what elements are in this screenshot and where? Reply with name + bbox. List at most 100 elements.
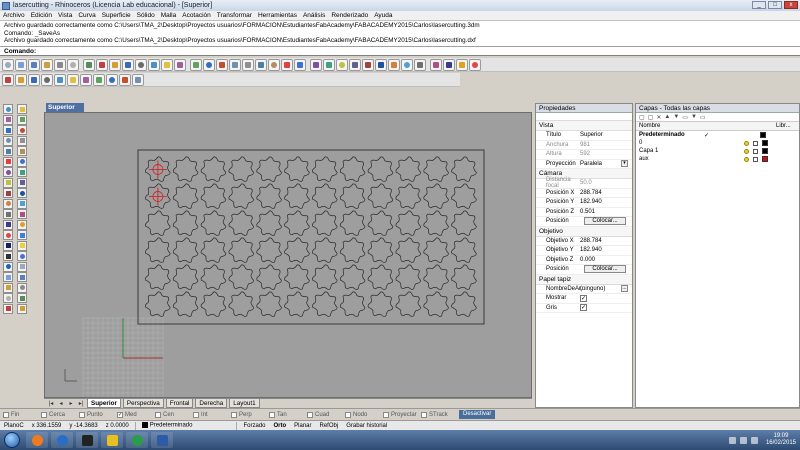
toolbar-tool-button[interactable] — [41, 58, 53, 71]
tab-superior[interactable]: Superior — [87, 399, 121, 408]
palette-tool-button[interactable] — [3, 198, 13, 209]
palette-tool-button[interactable] — [3, 188, 13, 198]
osnap-perp[interactable]: Perp — [231, 411, 269, 418]
property-value[interactable]: ✓ — [580, 294, 632, 302]
osnap-cen[interactable]: Cen — [155, 411, 193, 418]
projection-dropdown[interactable]: ▾ — [621, 160, 628, 168]
palette-tool-button[interactable] — [3, 146, 13, 156]
toolbar-tool-button[interactable] — [67, 73, 79, 86]
palette-tool-button[interactable] — [17, 303, 27, 314]
property-value[interactable]: 0.000 — [580, 257, 632, 263]
visibility-bulb-icon[interactable] — [744, 156, 749, 162]
osnap-fin[interactable]: Fin — [3, 411, 41, 418]
toolbar-tool-button[interactable] — [2, 58, 14, 71]
palette-tool-button[interactable] — [3, 240, 13, 251]
layer-tool-icon[interactable]: ▼ — [691, 114, 697, 120]
osnap-checkbox[interactable] — [345, 411, 351, 418]
palette-tool-button[interactable] — [3, 219, 13, 230]
toolbar-tool-button[interactable] — [401, 58, 413, 71]
layer-row[interactable]: Capa 1 — [636, 147, 799, 155]
colocar-button[interactable]: Colocar... — [584, 265, 626, 274]
tab-nav-prev[interactable]: ◂ — [57, 400, 65, 407]
palette-tool-button[interactable] — [17, 146, 27, 156]
osnap-checkbox[interactable] — [269, 411, 275, 418]
taskbar-app-button[interactable] — [126, 432, 148, 448]
toolbar-tool-button[interactable] — [336, 58, 348, 71]
command-history[interactable]: Archivo guardado correctamente como C:\U… — [0, 21, 800, 47]
tab-perspectiva[interactable]: Perspectiva — [122, 399, 164, 408]
property-value[interactable]: 182.940 — [580, 247, 632, 253]
osnap-int[interactable]: Int — [193, 411, 231, 418]
section-objetivo[interactable]: Objetivo — [536, 226, 632, 237]
osnap-checkbox[interactable] — [193, 411, 199, 418]
layer-color-swatch[interactable] — [762, 148, 768, 154]
menu-transformar[interactable]: Transformar — [217, 12, 252, 19]
toolbar-tool-button[interactable] — [67, 58, 79, 71]
property-value[interactable]: 288.784 — [580, 238, 632, 244]
menu-solido[interactable]: Sólido — [137, 12, 155, 19]
osnap-checkbox[interactable] — [421, 411, 427, 418]
toolbar-tool-button[interactable] — [174, 58, 186, 71]
tab-layout1[interactable]: Layout1 — [229, 399, 260, 408]
palette-tool-button[interactable] — [17, 230, 27, 240]
property-value[interactable]: Colocar... — [580, 217, 632, 226]
volume-icon[interactable] — [750, 436, 758, 444]
layer-row[interactable]: Predeterminado ✓ — [636, 131, 799, 139]
toggle-forzado[interactable]: Forzado — [239, 423, 269, 429]
palette-tool-button[interactable] — [17, 261, 27, 272]
palette-tool-button[interactable] — [3, 282, 13, 293]
osnap-punto[interactable]: Punto — [79, 411, 117, 418]
palette-tool-button[interactable] — [17, 251, 27, 261]
toolbar-tool-button[interactable] — [456, 58, 468, 71]
lock-icon[interactable] — [753, 148, 758, 154]
toolbar-tool-button[interactable] — [323, 58, 335, 71]
toolbar-tool-button[interactable] — [135, 58, 147, 71]
toolbar-tool-button[interactable] — [41, 73, 53, 86]
maximize-button[interactable]: □ — [768, 1, 782, 9]
layer-tool-icon[interactable]: ▢ — [639, 114, 645, 121]
toolbar-tool-button[interactable] — [106, 73, 118, 86]
toolbar-tool-button[interactable] — [190, 58, 202, 71]
lock-icon[interactable] — [753, 140, 758, 146]
toolbar-tool-button[interactable] — [96, 58, 108, 71]
toolbar-tool-button[interactable] — [216, 58, 228, 71]
tab-nav-first[interactable]: |◂ — [47, 400, 55, 407]
palette-tool-button[interactable] — [17, 282, 27, 293]
tab-frontal[interactable]: Frontal — [165, 399, 194, 408]
toggle-planar[interactable]: Planar — [290, 423, 315, 429]
visibility-bulb-icon[interactable] — [744, 140, 749, 146]
menu-curva[interactable]: Curva — [78, 12, 95, 19]
menu-edicion[interactable]: Edición — [31, 12, 52, 19]
property-value[interactable]: (ninguno)... — [580, 285, 632, 293]
col-name[interactable]: Nombre — [636, 123, 776, 129]
osnap-checkbox[interactable] — [231, 411, 237, 418]
osnap-tan[interactable]: Tan — [269, 411, 307, 418]
palette-tool-button[interactable] — [3, 261, 13, 272]
layer-tool-icon[interactable]: ✕ — [656, 114, 661, 121]
close-button[interactable]: x — [784, 1, 798, 9]
palette-tool-button[interactable] — [3, 209, 13, 219]
viewport-title[interactable]: Superior — [46, 103, 84, 112]
osnap-checkbox[interactable] — [3, 411, 9, 418]
menu-acotacion[interactable]: Acotación — [182, 12, 211, 19]
osnap-nodo[interactable]: Nodo — [345, 411, 383, 418]
col-material[interactable]: Libr... — [776, 123, 791, 129]
tray-icon[interactable] — [728, 436, 736, 444]
toolbar-tool-button[interactable] — [28, 58, 40, 71]
minimize-button[interactable]: _ — [752, 1, 766, 9]
menu-herramientas[interactable]: Herramientas — [258, 12, 297, 19]
toolbar-tool-button[interactable] — [362, 58, 374, 71]
status-layer[interactable]: Predeterminado — [138, 422, 197, 429]
menu-ayuda[interactable]: Ayuda — [374, 12, 392, 19]
toolbar-tool-button[interactable] — [2, 73, 14, 86]
taskbar-app-button[interactable] — [76, 432, 98, 448]
taskbar-app-button[interactable] — [151, 432, 173, 448]
toolbar-tool-button[interactable] — [132, 73, 144, 86]
osnap-med[interactable]: ✓ Med — [117, 411, 155, 418]
toolbar-tool-button[interactable] — [255, 58, 267, 71]
toolbar-tool-button[interactable] — [109, 58, 121, 71]
colocar-button[interactable]: Colocar... — [584, 217, 626, 226]
osnap-checkbox[interactable]: ✓ — [117, 411, 123, 418]
palette-tool-button[interactable] — [3, 135, 13, 146]
property-value[interactable]: Superior — [580, 132, 632, 138]
